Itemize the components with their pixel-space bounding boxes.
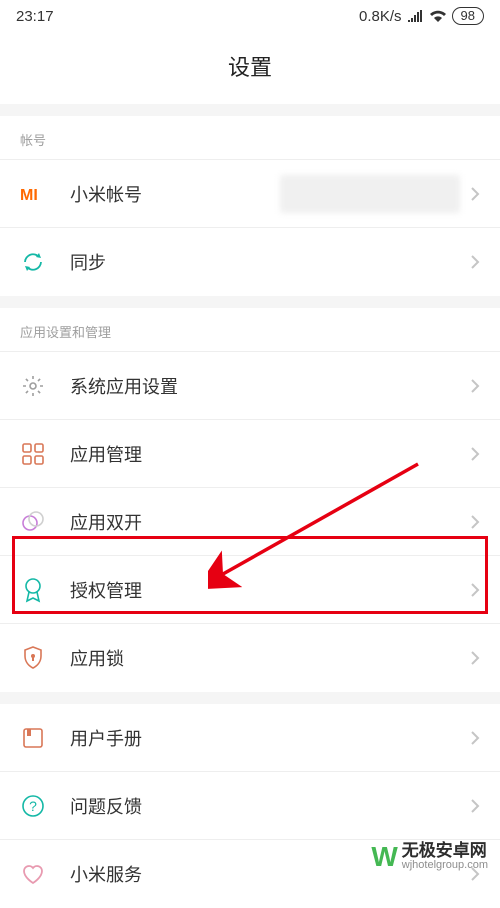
row-label: 应用双开 [70,509,470,535]
watermark-sub: wjhotelgroup.com [402,860,488,872]
chevron-right-icon [470,186,480,202]
section-label-account: 帐号 [0,116,500,160]
chevron-right-icon [470,798,480,814]
row-system-apps[interactable]: 系统应用设置 [0,352,500,420]
chevron-right-icon [470,650,480,666]
status-right: 0.8K/s 98 [359,7,484,25]
question-circle-icon: ? [20,793,46,819]
section-label-apps: 应用设置和管理 [0,308,500,352]
row-label: 应用管理 [70,441,470,467]
gear-icon [20,373,46,399]
chevron-right-icon [470,254,480,270]
row-permissions[interactable]: 授权管理 [0,556,500,624]
signal-icon [408,10,424,22]
section-other: 用户手册 ? 问题反馈 小米服务 [0,704,500,908]
status-time: 23:17 [16,8,54,25]
chevron-right-icon [470,730,480,746]
watermark: W 无极安卓网 wjhotelgroup.com [371,841,488,873]
mi-logo-icon: MI [20,181,46,207]
row-label: 用户手册 [70,725,470,751]
status-bar: 23:17 0.8K/s 98 [0,0,500,32]
section-account: 帐号 MI 小米帐号 同步 [0,116,500,296]
grid-apps-icon [20,441,46,467]
row-label: 小米帐号 [70,181,280,207]
chevron-right-icon [470,582,480,598]
watermark-logo-icon: W [371,841,395,873]
row-app-manage[interactable]: 应用管理 [0,420,500,488]
dual-circle-icon [20,509,46,535]
chevron-right-icon [470,446,480,462]
row-dual-apps[interactable]: 应用双开 [0,488,500,556]
row-feedback[interactable]: ? 问题反馈 [0,772,500,840]
row-label: 系统应用设置 [70,373,470,399]
chevron-right-icon [470,378,480,394]
account-detail-blurred [280,175,460,213]
heart-icon [20,861,46,887]
watermark-main: 无极安卓网 [402,842,488,860]
medal-icon [20,577,46,603]
row-app-lock[interactable]: 应用锁 [0,624,500,692]
row-mi-account[interactable]: MI 小米帐号 [0,160,500,228]
row-label: 应用锁 [70,645,470,671]
section-apps: 应用设置和管理 系统应用设置 应用管理 应用双开 授权管理 应用锁 [0,308,500,692]
battery-indicator: 98 [452,7,484,25]
page-header: 设置 [0,32,500,104]
row-label: 授权管理 [70,577,470,603]
page-title: 设置 [0,50,500,82]
status-speed: 0.8K/s [359,8,402,25]
row-sync[interactable]: 同步 [0,228,500,296]
svg-text:MI: MI [20,187,38,204]
row-label: 同步 [70,249,470,275]
wifi-icon [430,10,446,22]
row-label: 问题反馈 [70,793,470,819]
book-icon [20,725,46,751]
chevron-right-icon [470,514,480,530]
shield-lock-icon [20,645,46,671]
row-user-manual[interactable]: 用户手册 [0,704,500,772]
svg-text:?: ? [29,798,37,814]
sync-icon [20,249,46,275]
